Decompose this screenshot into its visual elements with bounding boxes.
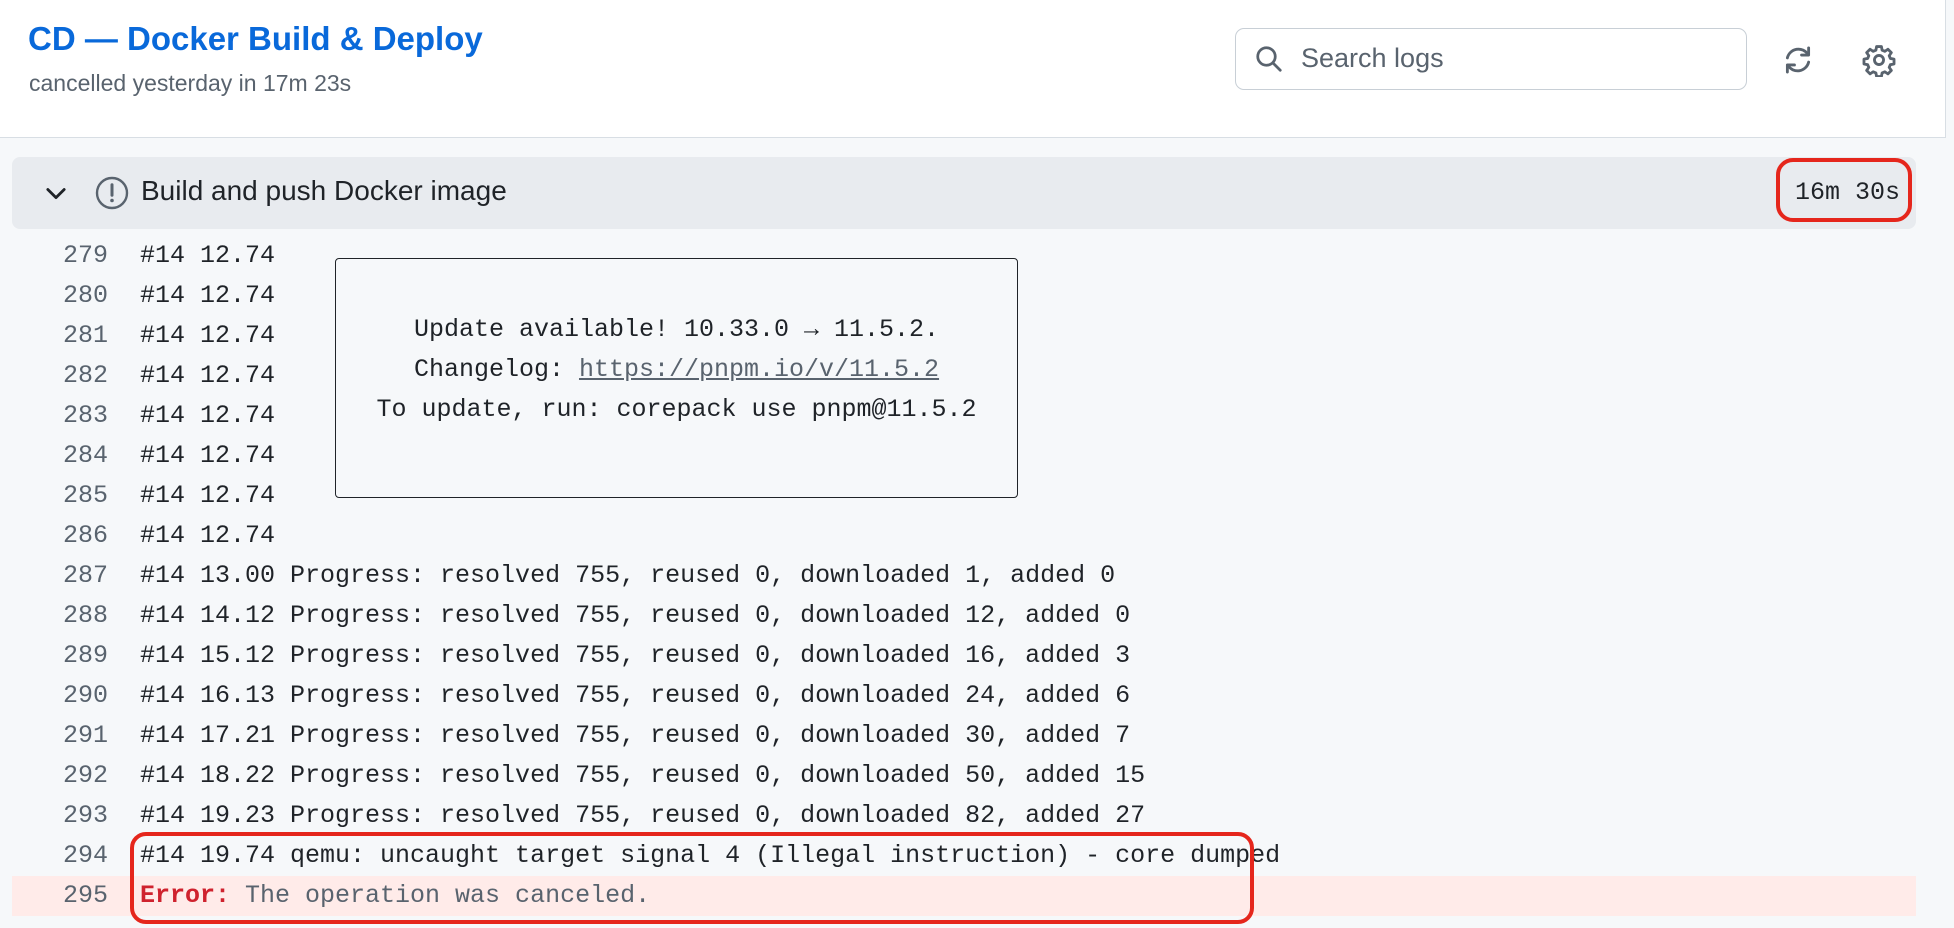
alert-circle-icon (95, 176, 129, 210)
log-line: 292 #14 18.22 Progress: resolved 755, reu… (0, 756, 1946, 796)
line-number[interactable]: 290 (0, 676, 108, 716)
line-number[interactable]: 287 (0, 556, 108, 596)
line-text: #14 16.13 Progress: resolved 755, reused… (140, 681, 1131, 710)
line-text: #14 17.21 Progress: resolved 755, reused… (140, 721, 1131, 750)
log-line: 293 #14 19.23 Progress: resolved 755, reu… (0, 796, 1946, 836)
line-number[interactable]: 283 (0, 396, 108, 436)
line-text: #14 13.00 Progress: resolved 755, reused… (140, 561, 1116, 590)
gear-icon (1862, 45, 1896, 77)
line-number[interactable]: 285 (0, 476, 108, 516)
line-text: #14 12.74 (140, 361, 276, 390)
line-text: #14 18.22 Progress: resolved 755, reused… (140, 761, 1146, 790)
log-line: 294 #14 19.74 qemu: uncaught target signa… (0, 836, 1946, 876)
line-text: #14 14.12 Progress: resolved 755, reused… (140, 601, 1131, 630)
search-input[interactable] (1301, 29, 1731, 87)
line-number[interactable]: 282 (0, 356, 108, 396)
line-number[interactable]: 292 (0, 756, 108, 796)
line-number[interactable]: 294 (0, 836, 108, 876)
log-line: 291 #14 17.21 Progress: resolved 755, reu… (0, 716, 1946, 756)
log-line: 289 #14 15.12 Progress: resolved 755, reu… (0, 636, 1946, 676)
step-duration: 16m 30s (1794, 178, 1900, 207)
step-header[interactable]: Build and push Docker image 16m 30s (12, 157, 1916, 229)
line-text: #14 12.74 (140, 521, 276, 550)
log-line: 290 #14 16.13 Progress: resolved 755, reu… (0, 676, 1946, 716)
update-notice-box: Update available! 10.33.0 → 11.5.2. Chan… (335, 258, 1018, 498)
log-line: 287 #14 13.00 Progress: resolved 755, reu… (0, 556, 1946, 596)
update-notice-line: Update available! 10.33.0 → 11.5.2. (413, 315, 940, 344)
line-number[interactable]: 280 (0, 276, 108, 316)
line-number[interactable]: 281 (0, 316, 108, 356)
line-text: #14 12.74 (140, 321, 276, 350)
line-text: #14 19.74 qemu: uncaught target signal 4… (140, 841, 1281, 870)
workflow-run-status: cancelled yesterday in 17m 23s (29, 70, 352, 96)
line-text: #14 12.74 (140, 241, 276, 270)
line-text: #14 12.74 (140, 281, 276, 310)
step-title: Build and push Docker image (141, 175, 507, 206)
line-number[interactable]: 291 (0, 716, 108, 756)
line-text: #14 19.23 Progress: resolved 755, reused… (140, 801, 1146, 830)
settings-button[interactable] (1856, 37, 1902, 83)
log-line: 286 #14 12.74 (0, 516, 1946, 556)
line-number[interactable]: 289 (0, 636, 108, 676)
line-text: #14 12.74 (140, 481, 276, 510)
error-log-line: 295 Error: The operation was canceled. (12, 876, 1916, 916)
error-label: Error: (140, 881, 231, 910)
error-message: The operation was canceled. (230, 881, 651, 910)
line-text: #14 15.12 Progress: resolved 755, reused… (140, 641, 1131, 670)
changelog-link[interactable]: https://pnpm.io/v/11.5.2 (579, 355, 939, 384)
search-icon (1256, 46, 1282, 72)
line-number[interactable]: 284 (0, 436, 108, 476)
changelog-line: Changelog: https://pnpm.io/v/11.5.2 (336, 355, 1017, 384)
line-number[interactable]: 295 (0, 876, 108, 916)
chevron-down-icon[interactable] (42, 179, 70, 207)
workflow-title[interactable]: CD — Docker Build & Deploy (28, 20, 483, 58)
line-text: #14 12.74 (140, 401, 276, 430)
workflow-header: CD — Docker Build & Deploy cancelled yes… (0, 0, 1946, 138)
line-number[interactable]: 293 (0, 796, 108, 836)
line-text: Error: The operation was canceled. (140, 876, 650, 916)
line-number[interactable]: 279 (0, 236, 108, 276)
changelog-label: Changelog: (413, 355, 579, 384)
line-text: #14 12.74 (140, 441, 276, 470)
refresh-button[interactable] (1775, 37, 1821, 83)
search-box[interactable] (1235, 28, 1747, 90)
refresh-icon (1785, 46, 1811, 74)
update-command-line: To update, run: corepack use pnpm@11.5.2 (376, 395, 977, 424)
line-number[interactable]: 288 (0, 596, 108, 636)
line-number[interactable]: 286 (0, 516, 108, 556)
log-line: 288 #14 14.12 Progress: resolved 755, reu… (0, 596, 1946, 636)
